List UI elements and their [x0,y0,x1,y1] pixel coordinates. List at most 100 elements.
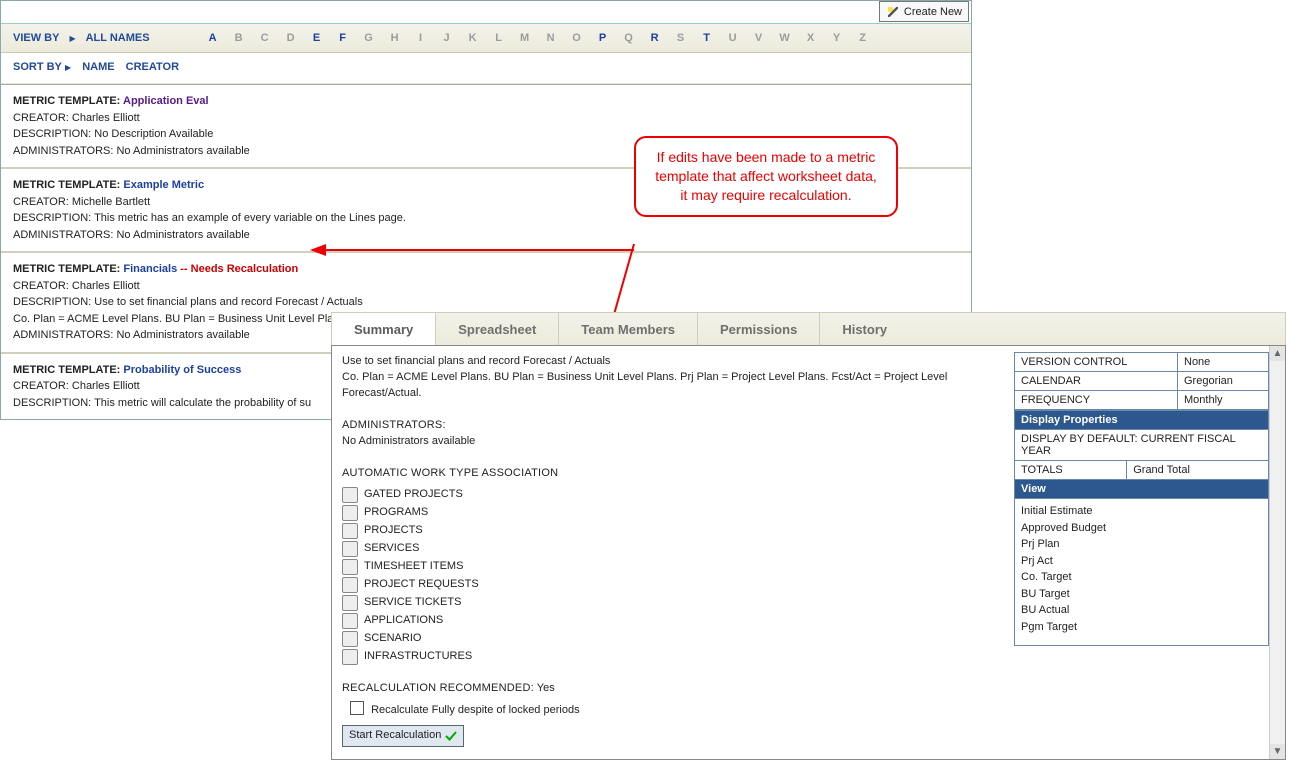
alpha-letter-R[interactable]: R [642,32,668,44]
worktype-icon [342,487,358,503]
template-link[interactable]: Example Metric [123,179,204,191]
view-item[interactable]: Co. Target [1021,569,1262,586]
view-list: Initial EstimateApproved BudgetPrj PlanP… [1014,499,1269,646]
check-icon [445,730,457,742]
worktype-label: PROGRAMS [364,505,428,521]
view-item[interactable]: Pgm Target [1021,619,1262,636]
recalc-recommended-label: RECALCULATION RECOMMENDED: [342,682,534,694]
alpha-letter-A[interactable]: A [200,32,226,44]
summary-description-1: Use to set financial plans and record Fo… [342,354,1004,370]
tab-permissions[interactable]: Permissions [697,313,819,345]
totals-value: Grand Total [1127,461,1269,480]
alpha-letter-X[interactable]: X [798,32,824,44]
alpha-letter-M[interactable]: M [512,32,538,44]
chevron-right-icon: ▶ [65,63,71,72]
detail-panel: SummarySpreadsheetTeam MembersPermission… [331,312,1286,760]
alpha-letter-Z[interactable]: Z [850,32,876,44]
alpha-letter-L[interactable]: L [486,32,512,44]
worktype-icon [342,505,358,521]
alpha-letter-G[interactable]: G [356,32,382,44]
summary-content: Use to set financial plans and record Fo… [332,346,1014,759]
detail-tabs: SummarySpreadsheetTeam MembersPermission… [331,312,1286,345]
alpha-letter-T[interactable]: T [694,32,720,44]
worktype-label: SERVICE TICKETS [364,595,461,611]
worktype-icon [342,649,358,665]
property-key: CALENDAR [1015,372,1178,391]
alpha-letter-Y[interactable]: Y [824,32,850,44]
alpha-letter-H[interactable]: H [382,32,408,44]
template-description: DESCRIPTION: Use to set financial plans … [13,294,959,311]
template-link[interactable]: Probability of Success [123,364,241,376]
tab-summary[interactable]: Summary [332,313,436,345]
alpha-letter-B[interactable]: B [226,32,252,44]
view-item[interactable]: Initial Estimate [1021,503,1262,520]
listing-toolbar: Create New [1,1,971,24]
property-row: FREQUENCYMonthly [1015,391,1269,410]
metric-template-label: METRIC TEMPLATE: [13,364,123,376]
recalc-full-option[interactable]: Recalculate Fully despite of locked peri… [350,701,1004,719]
property-value: Monthly [1178,391,1269,410]
alpha-letter-D[interactable]: D [278,32,304,44]
worktype-item: PROGRAMS [342,504,1004,522]
worktype-icon [342,613,358,629]
alpha-letter-S[interactable]: S [668,32,694,44]
display-properties-header: Display Properties [1015,411,1269,430]
alpha-letter-J[interactable]: J [434,32,460,44]
scroll-up-icon[interactable]: ▲ [1270,346,1285,361]
view-by-all-link[interactable]: ALL NAMES [86,32,150,44]
checkbox-icon[interactable] [350,701,364,715]
alpha-letter-N[interactable]: N [538,32,564,44]
sort-by-bar: SORT BY ▶ NAME CREATOR [1,53,971,84]
worktype-label: TIMESHEET ITEMS [364,559,463,575]
metric-template-label: METRIC TEMPLATE: [13,263,123,275]
tab-team-members[interactable]: Team Members [558,313,697,345]
alpha-letter-K[interactable]: K [460,32,486,44]
view-item[interactable]: BU Actual [1021,602,1262,619]
worktype-label: APPLICATIONS [364,613,443,629]
worktype-icon [342,631,358,647]
view-item[interactable]: Approved Budget [1021,520,1262,537]
alpha-letter-O[interactable]: O [564,32,590,44]
sort-by-name[interactable]: NAME [82,61,114,73]
sort-by-creator[interactable]: CREATOR [126,61,179,73]
worktype-item: GATED PROJECTS [342,486,1004,504]
template-creator: CREATOR: Charles Elliott [13,278,959,295]
template-link[interactable]: Application Eval [123,95,209,107]
property-key: FREQUENCY [1015,391,1178,410]
property-row: VERSION CONTROLNone [1015,353,1269,372]
sort-by-label: SORT BY [13,61,62,73]
alpha-letter-V[interactable]: V [746,32,772,44]
detail-body: Use to set financial plans and record Fo… [331,345,1286,760]
worktype-item: SCENARIO [342,630,1004,648]
scroll-down-icon[interactable]: ▼ [1270,744,1285,759]
scrollbar[interactable]: ▲ ▼ [1269,346,1285,759]
view-item[interactable]: Prj Plan [1021,536,1262,553]
worktype-label: SCENARIO [364,631,421,647]
view-header: View [1015,480,1269,499]
alpha-letter-F[interactable]: F [330,32,356,44]
worktype-label: PROJECT REQUESTS [364,577,479,593]
alpha-letter-U[interactable]: U [720,32,746,44]
property-value: Gregorian [1178,372,1269,391]
metric-template-label: METRIC TEMPLATE: [13,95,123,107]
worktype-item: SERVICES [342,540,1004,558]
alpha-letter-C[interactable]: C [252,32,278,44]
view-item[interactable]: Prj Act [1021,553,1262,570]
recalc-recommended-value: Yes [537,682,555,694]
display-properties-table: Display Properties DISPLAY BY DEFAULT: C… [1014,410,1269,499]
view-item[interactable]: BU Target [1021,586,1262,603]
alpha-letter-I[interactable]: I [408,32,434,44]
tab-spreadsheet[interactable]: Spreadsheet [436,313,558,345]
tab-history[interactable]: History [819,313,909,345]
alpha-letter-Q[interactable]: Q [616,32,642,44]
summary-description-2: Co. Plan = ACME Level Plans. BU Plan = B… [342,370,1004,402]
alpha-letter-W[interactable]: W [772,32,798,44]
template-link[interactable]: Financials [123,263,177,275]
summary-side-panel: VERSION CONTROLNoneCALENDARGregorianFREQ… [1014,346,1269,759]
display-by-default: DISPLAY BY DEFAULT: CURRENT FISCAL YEAR [1015,430,1269,461]
start-recalculation-button[interactable]: Start Recalculation [342,725,464,747]
alpha-letter-P[interactable]: P [590,32,616,44]
worktype-item: SERVICE TICKETS [342,594,1004,612]
alpha-letter-E[interactable]: E [304,32,330,44]
create-new-button[interactable]: Create New [879,1,969,22]
